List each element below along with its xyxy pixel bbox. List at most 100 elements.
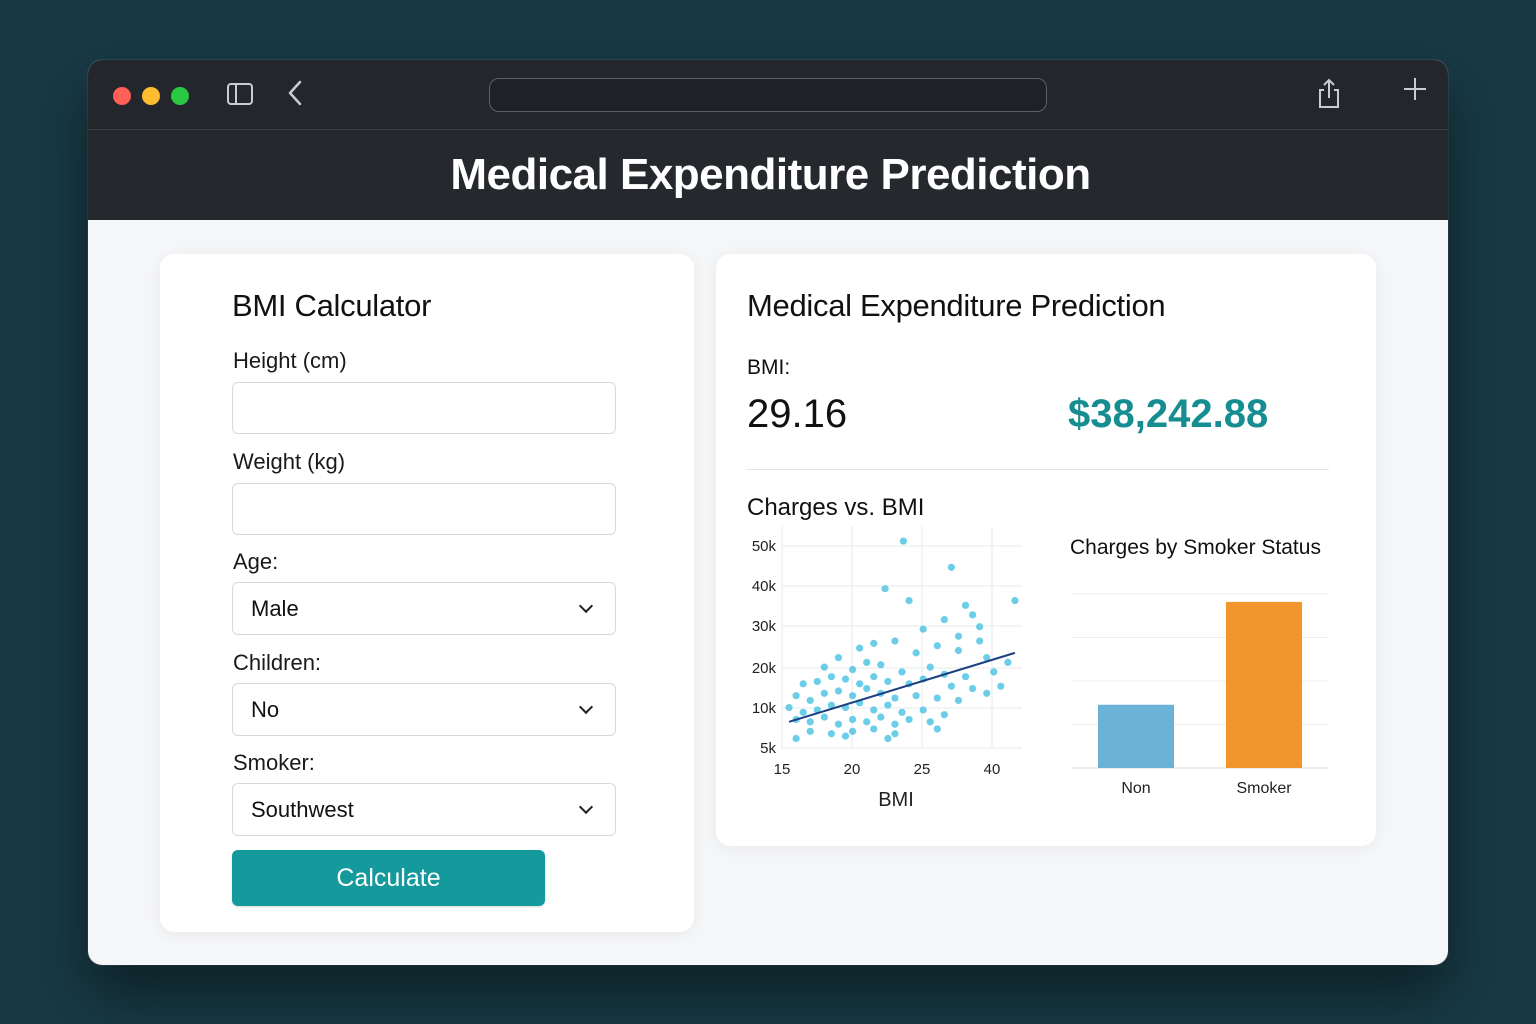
sidebar-icon[interactable]: [227, 83, 253, 105]
data-point: [792, 734, 800, 743]
data-point: [792, 692, 800, 700]
data-point: [820, 663, 828, 671]
data-point: [940, 616, 948, 624]
data-point: [834, 687, 843, 695]
height-input[interactable]: [232, 382, 616, 434]
y-tick-label: 30k: [752, 618, 777, 635]
bar-non: [1098, 704, 1174, 768]
data-point: [841, 675, 850, 683]
data-point: [848, 715, 857, 724]
data-point: [870, 725, 878, 733]
weight-label: Weight (kg): [233, 449, 346, 474]
data-point: [905, 596, 913, 605]
data-point: [898, 668, 906, 676]
children-select-value: No: [251, 696, 280, 722]
data-point: [891, 694, 899, 702]
page-title: Medical Expenditure Prediction: [450, 150, 1091, 199]
data-point: [912, 692, 920, 700]
data-point: [799, 680, 807, 688]
data-point: [898, 708, 906, 716]
data-point: [976, 637, 984, 645]
data-point: [806, 696, 814, 705]
data-point: [947, 563, 956, 571]
data-point: [863, 684, 871, 693]
smoker-select[interactable]: Southwest: [232, 783, 616, 836]
x-tick-label: 15: [774, 761, 791, 778]
data-point: [954, 632, 963, 640]
bmi-label: BMI:: [747, 356, 791, 379]
data-point: [834, 720, 843, 728]
close-window-button[interactable]: [113, 87, 131, 105]
y-tick-label: 10k: [752, 700, 777, 717]
data-point: [806, 718, 814, 726]
titlebar: [88, 60, 1448, 130]
address-bar[interactable]: [489, 78, 1047, 112]
data-point: [1011, 596, 1019, 605]
data-point: [848, 665, 857, 674]
calculate-button[interactable]: Calculate: [232, 850, 545, 906]
data-point: [990, 668, 998, 676]
smoker-label: Smoker:: [233, 750, 315, 775]
data-point: [870, 639, 878, 647]
data-point: [891, 637, 899, 645]
data-point: [877, 713, 885, 721]
scatter-chart-title: Charges vs. BMI: [747, 494, 925, 521]
data-point: [848, 727, 857, 735]
data-point: [961, 673, 970, 681]
x-tick-label: 25: [914, 761, 931, 778]
data-point: [891, 720, 899, 728]
data-point: [891, 730, 899, 738]
prediction-card: Medical Expenditure Prediction BMI: 29.1…: [716, 254, 1376, 846]
category-label: Smoker: [1236, 780, 1292, 797]
data-point: [926, 718, 934, 726]
children-label: Children:: [233, 650, 322, 675]
divider: [746, 469, 1329, 470]
data-point: [919, 625, 927, 633]
data-point: [961, 601, 970, 609]
data-point: [968, 684, 977, 693]
age-select-value: Male: [251, 595, 299, 621]
data-point: [870, 706, 878, 714]
data-point: [933, 694, 941, 702]
data-point: [820, 713, 828, 721]
bmi-value: 29.16: [747, 392, 848, 436]
category-label: Non: [1121, 780, 1150, 797]
weight-input[interactable]: [232, 483, 616, 535]
age-select[interactable]: Male: [232, 582, 616, 635]
children-select[interactable]: No: [232, 683, 616, 736]
data-point: [848, 692, 857, 700]
data-point: [899, 537, 908, 545]
data-point: [919, 706, 927, 714]
data-point: [856, 644, 864, 652]
y-tick-label: 20k: [752, 660, 777, 677]
data-point: [884, 701, 892, 709]
bar-smoker: [1226, 601, 1302, 768]
data-point: [912, 649, 920, 657]
data-point: [954, 646, 963, 655]
back-icon[interactable]: [286, 78, 304, 114]
data-point: [881, 585, 889, 593]
data-point: [968, 611, 977, 619]
data-point: [947, 682, 956, 690]
bar-chart: Non Smoker: [1072, 593, 1328, 797]
chevron-down-icon: [578, 699, 594, 714]
data-point: [827, 730, 836, 738]
chevron-down-icon: [578, 799, 594, 814]
maximize-window-button[interactable]: [171, 87, 189, 105]
plus-icon[interactable]: [1402, 74, 1428, 108]
calculator-title: BMI Calculator: [232, 288, 432, 323]
data-point: [820, 689, 828, 697]
smoker-select-value: Southwest: [251, 796, 354, 822]
data-point: [813, 677, 821, 686]
y-tick-label: 5k: [760, 740, 776, 757]
data-point: [884, 734, 892, 743]
x-axis-label: BMI: [878, 789, 914, 811]
minimize-window-button[interactable]: [142, 87, 160, 105]
data-point: [933, 642, 941, 650]
x-tick-label: 40: [984, 761, 1001, 778]
chevron-down-icon: [578, 598, 594, 613]
share-icon[interactable]: [1316, 78, 1342, 115]
prediction-title: Medical Expenditure Prediction: [747, 288, 1166, 323]
predicted-cost: $38,242.88: [1068, 392, 1269, 436]
data-point: [997, 682, 1005, 690]
